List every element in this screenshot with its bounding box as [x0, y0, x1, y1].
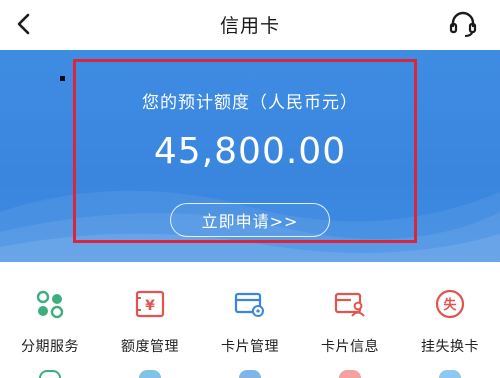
service-label: 额度管理 [121, 339, 179, 355]
svg-text:失: 失 [443, 297, 457, 313]
partial-icon [439, 370, 461, 378]
card-management-icon [232, 286, 268, 322]
service-label: 分期服务 [21, 339, 79, 355]
service-report-loss[interactable]: 失 挂失换卡 [400, 278, 500, 358]
marker-dot [60, 76, 65, 81]
service-label: 卡片管理 [221, 339, 279, 355]
installment-icon [32, 286, 68, 322]
limit-management-icon: ¥ [132, 286, 168, 322]
top-nav-bar: 信用卡 [0, 0, 500, 48]
estimated-limit-label: 您的预计额度（人民币元） [142, 93, 358, 113]
service-label: 卡片信息 [321, 339, 379, 355]
partial-icon [39, 370, 61, 378]
partial-icon [339, 370, 361, 378]
service-grid: 分期服务 ¥ 额度管理 卡片管理 卡片信息 失 挂失换卡 [0, 278, 500, 378]
next-row-peek [0, 370, 500, 378]
apply-now-button[interactable]: 立即申请>> [170, 203, 330, 237]
back-button[interactable] [4, 4, 44, 44]
estimated-limit-amount: 45,800.00 [153, 131, 347, 172]
service-card-management[interactable]: 卡片管理 [200, 278, 300, 358]
chevron-left-icon [17, 13, 30, 35]
service-installment[interactable]: 分期服务 [0, 278, 100, 358]
customer-service-button[interactable] [446, 7, 480, 41]
partial-icon [239, 370, 261, 378]
page-title: 信用卡 [219, 14, 280, 37]
report-loss-icon: 失 [432, 286, 468, 322]
service-limit-management[interactable]: ¥ 额度管理 [100, 278, 200, 358]
service-card-info[interactable]: 卡片信息 [300, 278, 400, 358]
partial-icon [139, 370, 161, 378]
svg-text:¥: ¥ [145, 298, 155, 314]
service-label: 挂失换卡 [421, 339, 479, 355]
headset-icon [449, 11, 477, 37]
card-info-icon [332, 286, 368, 322]
